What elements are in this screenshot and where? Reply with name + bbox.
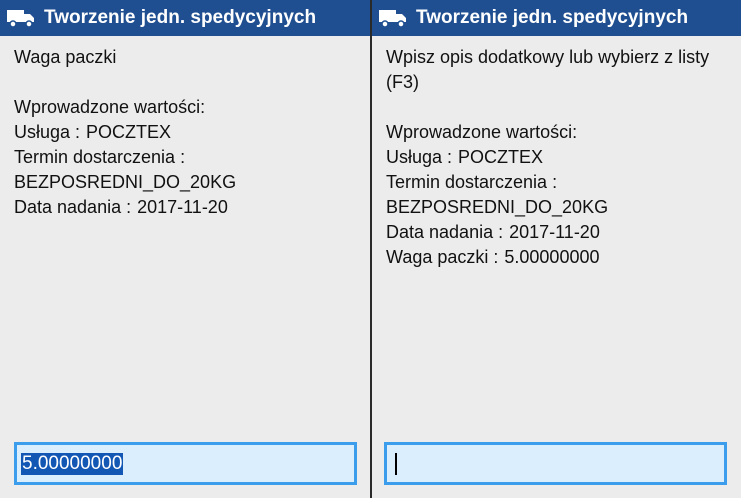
ship-date-label: Data nadania : — [386, 222, 504, 242]
right-titlebar: Tworzenie jedn. spedycyjnych — [372, 0, 741, 36]
service-label: Usługa : — [14, 122, 81, 142]
entered-values-heading: Wprowadzone wartości: — [386, 122, 578, 142]
screen: Tworzenie jedn. spedycyjnych Waga paczki… — [0, 0, 741, 498]
truck-icon — [7, 10, 34, 28]
ship-date-row: Data nadania :2017-11-20 — [386, 220, 727, 245]
prompt-text: Waga paczki — [14, 47, 117, 67]
delivery-term-value: BEZPOSREDNI_DO_20KG — [14, 172, 237, 192]
right-content: Wpisz opis dodatkowy lub wybierz z listy… — [372, 36, 741, 270]
left-content: Waga paczki Wprowadzone wartości: Usługa… — [0, 36, 370, 220]
text-caret — [395, 452, 397, 475]
weight-value: 5.00000000 — [504, 247, 600, 267]
delivery-term-label: Termin dostarczenia : — [14, 147, 186, 167]
service-row: Usługa : POCZTEX — [386, 145, 727, 170]
delivery-term-value: BEZPOSREDNI_DO_20KG — [386, 197, 609, 217]
weight-input[interactable]: 5.00000000 — [14, 442, 357, 485]
entered-values-heading: Wprowadzone wartości: — [14, 97, 206, 117]
delivery-term-label: Termin dostarczenia : — [386, 172, 558, 192]
ship-date-value: 2017-11-20 — [509, 222, 600, 242]
service-row: Usługa : POCZTEX — [14, 120, 356, 145]
truck-icon — [379, 10, 406, 28]
weight-input-value[interactable]: 5.00000000 — [21, 452, 124, 475]
description-input[interactable] — [384, 442, 727, 485]
ship-date-label: Data nadania : — [14, 197, 132, 217]
right-title: Tworzenie jedn. spedycyjnych — [416, 7, 689, 28]
service-value: POCZTEX — [86, 122, 172, 142]
ship-date-value: 2017-11-20 — [137, 197, 228, 217]
service-label: Usługa : — [386, 147, 453, 167]
left-panel: Tworzenie jedn. spedycyjnych Waga paczki… — [0, 0, 370, 498]
left-titlebar: Tworzenie jedn. spedycyjnych — [0, 0, 370, 36]
weight-label: Waga paczki : — [386, 247, 499, 267]
right-panel: Tworzenie jedn. spedycyjnych Wpisz opis … — [372, 0, 741, 498]
left-title: Tworzenie jedn. spedycyjnych — [44, 7, 317, 28]
ship-date-row: Data nadania :2017-11-20 — [14, 195, 356, 220]
weight-row: Waga paczki :5.00000000 — [386, 245, 727, 270]
prompt-text: Wpisz opis dodatkowy lub wybierz z listy… — [386, 47, 710, 92]
service-value: POCZTEX — [458, 147, 544, 167]
